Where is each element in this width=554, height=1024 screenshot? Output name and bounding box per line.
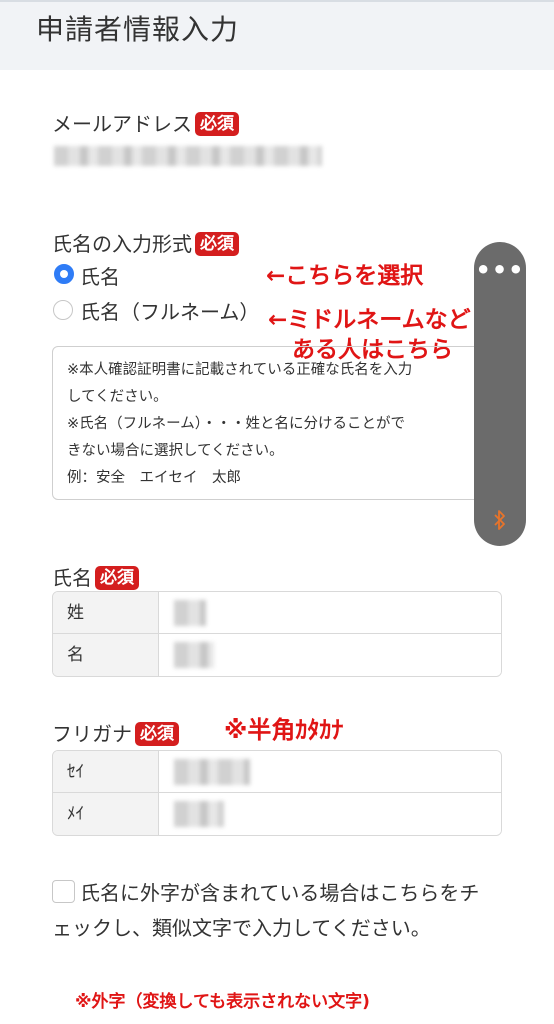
annotation-select-this: ←こちらを選択 (266, 263, 424, 289)
notice-line: ※氏名（フルネーム）・・・姓と名に分けることがで (67, 416, 405, 432)
surname-kana-label: ｾｲ (53, 751, 159, 792)
notice-line: ※本人確認証明書に記載されている正確な氏名を入力 (67, 362, 413, 378)
given-name-kana-value-blurred (174, 801, 224, 827)
given-name-kana-label: ﾒｲ (53, 793, 159, 835)
surname-kana-value-blurred (174, 759, 250, 785)
given-name-value-blurred (174, 642, 214, 668)
required-badge: 必須 (195, 112, 239, 136)
radio-name-label[interactable]: 氏名 (80, 261, 120, 290)
surname-kana-row: ｾｲ (53, 751, 501, 793)
name-label-text: 氏名 (52, 566, 92, 590)
email-label-text: メールアドレス (52, 112, 192, 136)
furigana-label-text: フリガナ (52, 722, 132, 746)
notice-line: してください。 (67, 389, 168, 405)
given-name-input[interactable] (160, 634, 501, 676)
given-name-kana-input[interactable] (160, 793, 501, 835)
floating-widget[interactable]: ••• (474, 242, 526, 546)
page-header: 申請者情報入力 (0, 0, 554, 70)
name-format-label-text: 氏名の入力形式 (52, 232, 192, 256)
gaiji-checkbox-label[interactable]: 氏名に外字が含まれている場合はこちらをチェックし、類似文字で入力してください。 (52, 876, 492, 946)
name-format-label: 氏名の入力形式 必須 (52, 228, 239, 257)
furigana-field-group: ｾｲ ﾒｲ (52, 750, 502, 836)
annotation-middle-name-1: ←ミドルネームなど (268, 307, 471, 333)
surname-row: 姓 (53, 592, 501, 634)
name-label: 氏名 必須 (52, 562, 139, 591)
radio-name[interactable] (54, 264, 74, 284)
surname-value-blurred (174, 600, 206, 626)
notice-line: きない場合に選択してください。 (67, 443, 284, 459)
surname-input[interactable] (160, 592, 501, 633)
surname-kana-input[interactable] (160, 751, 501, 792)
required-badge: 必須 (135, 722, 179, 746)
bluetooth-icon[interactable] (474, 508, 526, 538)
email-label: メールアドレス 必須 (52, 108, 239, 137)
radio-full-name-label[interactable]: 氏名（フルネーム） (80, 296, 259, 325)
name-field-group: 姓 名 (52, 591, 502, 677)
required-badge: 必須 (195, 232, 239, 256)
name-input-notice: ※本人確認証明書に記載されている正確な氏名を入力 してください。 ※氏名（フルネ… (52, 346, 507, 500)
page-title: 申請者情報入力 (36, 13, 240, 46)
notice-line: 例：安全 エイセイ 太郎 (67, 470, 241, 486)
radio-full-name[interactable] (53, 300, 73, 320)
required-badge: 必須 (95, 566, 139, 590)
surname-label: 姓 (53, 592, 159, 633)
email-value-blurred (54, 146, 322, 166)
given-name-kana-row: ﾒｲ (53, 793, 501, 835)
given-name-row: 名 (53, 634, 501, 676)
gaiji-footnote: ※外字（変換しても表示されない文字) (75, 992, 370, 1012)
more-dots-icon[interactable]: ••• (474, 250, 526, 290)
annotation-half-width-kana: ※半角ｶﾀｶﾅ (224, 716, 344, 744)
given-name-label: 名 (53, 634, 159, 676)
furigana-label: フリガナ 必須 (52, 718, 179, 747)
